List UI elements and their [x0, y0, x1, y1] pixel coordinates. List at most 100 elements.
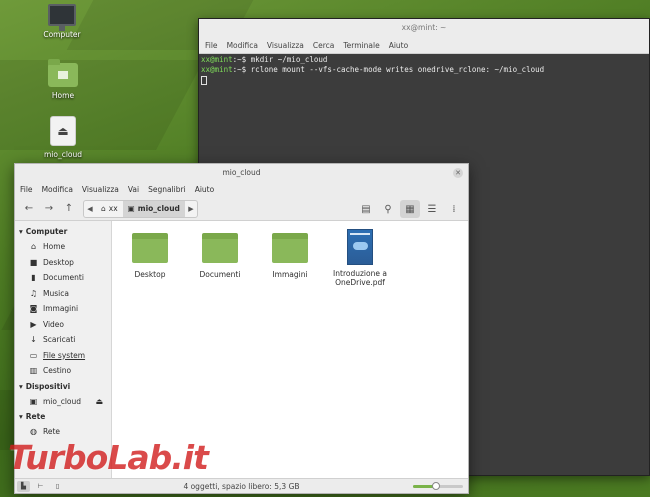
desktop-icon-mio-cloud[interactable]: mio_cloud	[31, 116, 95, 159]
sidebar-item-label: File system	[43, 350, 86, 360]
pdf-thumbnail-icon	[347, 229, 373, 265]
terminal-menubar: File Modifica Visualizza Cerca Terminale…	[199, 37, 649, 54]
sidebar-item-cestino[interactable]: ▥ Cestino	[15, 363, 111, 379]
sidebar-item-label: Home	[43, 242, 66, 252]
music-icon: ♫	[29, 288, 38, 298]
terminal-line: xx@mint:~$ mkdir ~/mio_cloud	[201, 55, 647, 65]
terminal-menu-visualizza[interactable]: Visualizza	[267, 41, 304, 50]
sidebar-item-label: Immagini	[43, 304, 79, 314]
sidebar-section-rete[interactable]: ▾ Rete	[15, 409, 111, 424]
file-item-pdf[interactable]: Introduzione a OneDrive.pdf	[328, 229, 392, 287]
back-button[interactable]: ←	[19, 200, 39, 218]
terminal-menu-cerca[interactable]: Cerca	[313, 41, 335, 50]
close-icon[interactable]: ✕	[453, 168, 463, 178]
folder-icon	[272, 233, 308, 263]
file-name: Desktop	[134, 270, 166, 279]
status-text: 4 oggetti, spazio libero: 5,3 GB	[183, 481, 300, 491]
file-item-desktop[interactable]: Desktop	[118, 233, 182, 279]
hide-sidebar-button[interactable]: ▯	[51, 481, 64, 492]
terminal-icon: ▤	[361, 203, 371, 215]
search-icon: ⚲	[384, 203, 392, 215]
menu-visualizza[interactable]: Visualizza	[82, 185, 119, 194]
terminal-command: :~$ mkdir ~/mio_cloud	[232, 55, 328, 64]
open-terminal-button[interactable]: ▤	[356, 200, 376, 218]
chevron-down-icon: ▾	[19, 412, 23, 421]
sidebar-item-file-system[interactable]: ▭ File system	[15, 348, 111, 364]
desktop-icon-label: Computer	[43, 30, 81, 39]
sidebar-item-label: Rete	[43, 427, 61, 437]
sidebar-icon: ▯	[55, 482, 60, 490]
eject-icon[interactable]: ⏏	[95, 397, 103, 406]
sidebar-item-scaricati[interactable]: ↓ Scaricati	[15, 332, 111, 348]
terminal-menu-terminale[interactable]: Terminale	[343, 41, 379, 50]
camera-icon: ◙	[29, 304, 38, 314]
file-name: Introduzione a OneDrive.pdf	[333, 269, 387, 287]
grid-icon: ▦	[405, 203, 415, 215]
network-icon: ◍	[30, 427, 37, 437]
document-icon: ▮	[31, 273, 36, 283]
terminal-menu-aiuto[interactable]: Aiuto	[389, 41, 409, 50]
chevron-down-icon: ▾	[19, 381, 23, 391]
breadcrumb-current[interactable]: ▣ mio_cloud	[122, 200, 185, 217]
terminal-menu-file[interactable]: File	[205, 41, 218, 50]
forward-button[interactable]: →	[39, 200, 59, 218]
menu-vai[interactable]: Vai	[128, 185, 139, 194]
sidebar-section-title: Dispositivi	[25, 381, 71, 391]
terminal-output[interactable]: xx@mint:~$ mkdir ~/mio_cloud xx@mint:~$ …	[199, 54, 649, 86]
sidebar-item-desktop[interactable]: ■ Desktop	[15, 255, 111, 271]
sidebar-section-dispositivi[interactable]: ▾ Dispositivi	[15, 379, 111, 394]
up-button[interactable]: ↑	[59, 200, 79, 218]
file-item-documenti[interactable]: Documenti	[188, 233, 252, 279]
show-places-button[interactable]: ▙	[17, 480, 30, 492]
breadcrumb-label: xx	[108, 204, 118, 213]
sidebar-item-immagini[interactable]: ◙ Immagini	[15, 301, 111, 317]
terminal-menu-modifica[interactable]: Modifica	[227, 41, 258, 50]
breadcrumb-scroll-right[interactable]: ▶	[185, 201, 197, 217]
watermark-logo: TurboLab.it	[8, 438, 209, 477]
terminal-titlebar[interactable]: xx@mint: ~	[199, 19, 649, 37]
zoom-slider-handle[interactable]	[431, 482, 440, 490]
breadcrumb-home[interactable]: ⌂ xx	[96, 201, 123, 217]
arrow-right-icon: →	[44, 203, 54, 214]
monitor-icon	[48, 4, 76, 31]
compact-icon: ⁞	[452, 203, 456, 215]
sidebar-section-computer[interactable]: ▾ Computer	[15, 224, 111, 239]
zoom-slider[interactable]	[413, 482, 463, 490]
compact-view-button[interactable]: ⁞	[444, 200, 464, 218]
icon-view-button[interactable]: ▦	[400, 200, 420, 218]
menu-segnalibri[interactable]: Segnalibri	[148, 185, 186, 194]
file-name: Documenti	[199, 270, 241, 279]
sidebar-item-label: mio_cloud	[43, 396, 82, 406]
sidebar-item-video[interactable]: ▶ Video	[15, 317, 111, 333]
breadcrumb-label: mio_cloud	[137, 204, 180, 213]
menu-aiuto[interactable]: Aiuto	[195, 185, 215, 194]
sidebar-item-label: Video	[43, 319, 65, 329]
breadcrumb-scroll-left[interactable]: ◀	[84, 201, 96, 217]
breadcrumb: ◀ ⌂ xx ▣ mio_cloud ▶	[83, 199, 198, 218]
sidebar-item-mio-cloud[interactable]: ▣ mio_cloud ⏏	[15, 394, 111, 410]
drive-icon: ▣	[29, 396, 38, 406]
terminal-cursor-line	[201, 75, 647, 85]
arrow-up-icon: ↑	[64, 203, 74, 214]
menu-file[interactable]: File	[20, 185, 33, 194]
status-bar: ▙ ⊢ ▯ 4 oggetti, spazio libero: 5,3 GB	[15, 478, 468, 493]
menu-modifica[interactable]: Modifica	[42, 185, 73, 194]
show-tree-button[interactable]: ⊢	[34, 481, 47, 492]
list-view-button[interactable]: ☰	[422, 200, 442, 218]
sidebar-item-home[interactable]: ⌂ Home	[15, 239, 111, 255]
filesystem-icon: ▭	[29, 350, 38, 360]
terminal-line: xx@mint:~$ rclone mount --vfs-cache-mode…	[201, 65, 647, 75]
places-icon: ▙	[21, 482, 26, 490]
file-manager-titlebar[interactable]: mio_cloud ✕	[15, 164, 468, 182]
desktop-icon-label: mio_cloud	[43, 150, 83, 159]
search-button[interactable]: ⚲	[378, 200, 398, 218]
desktop-icon-home[interactable]: Home	[31, 59, 95, 100]
file-item-immagini[interactable]: Immagini	[258, 233, 322, 279]
sidebar-item-documenti[interactable]: ▮ Documenti	[15, 270, 111, 286]
list-icon: ☰	[427, 203, 437, 215]
drive-icon	[50, 116, 76, 146]
sidebar-item-label: Cestino	[43, 366, 72, 376]
sidebar-item-musica[interactable]: ♫ Musica	[15, 286, 111, 302]
toolbar-right: ▤ ⚲ ▦ ☰ ⁞	[356, 200, 464, 218]
desktop-icon-computer[interactable]: Computer	[30, 4, 94, 39]
